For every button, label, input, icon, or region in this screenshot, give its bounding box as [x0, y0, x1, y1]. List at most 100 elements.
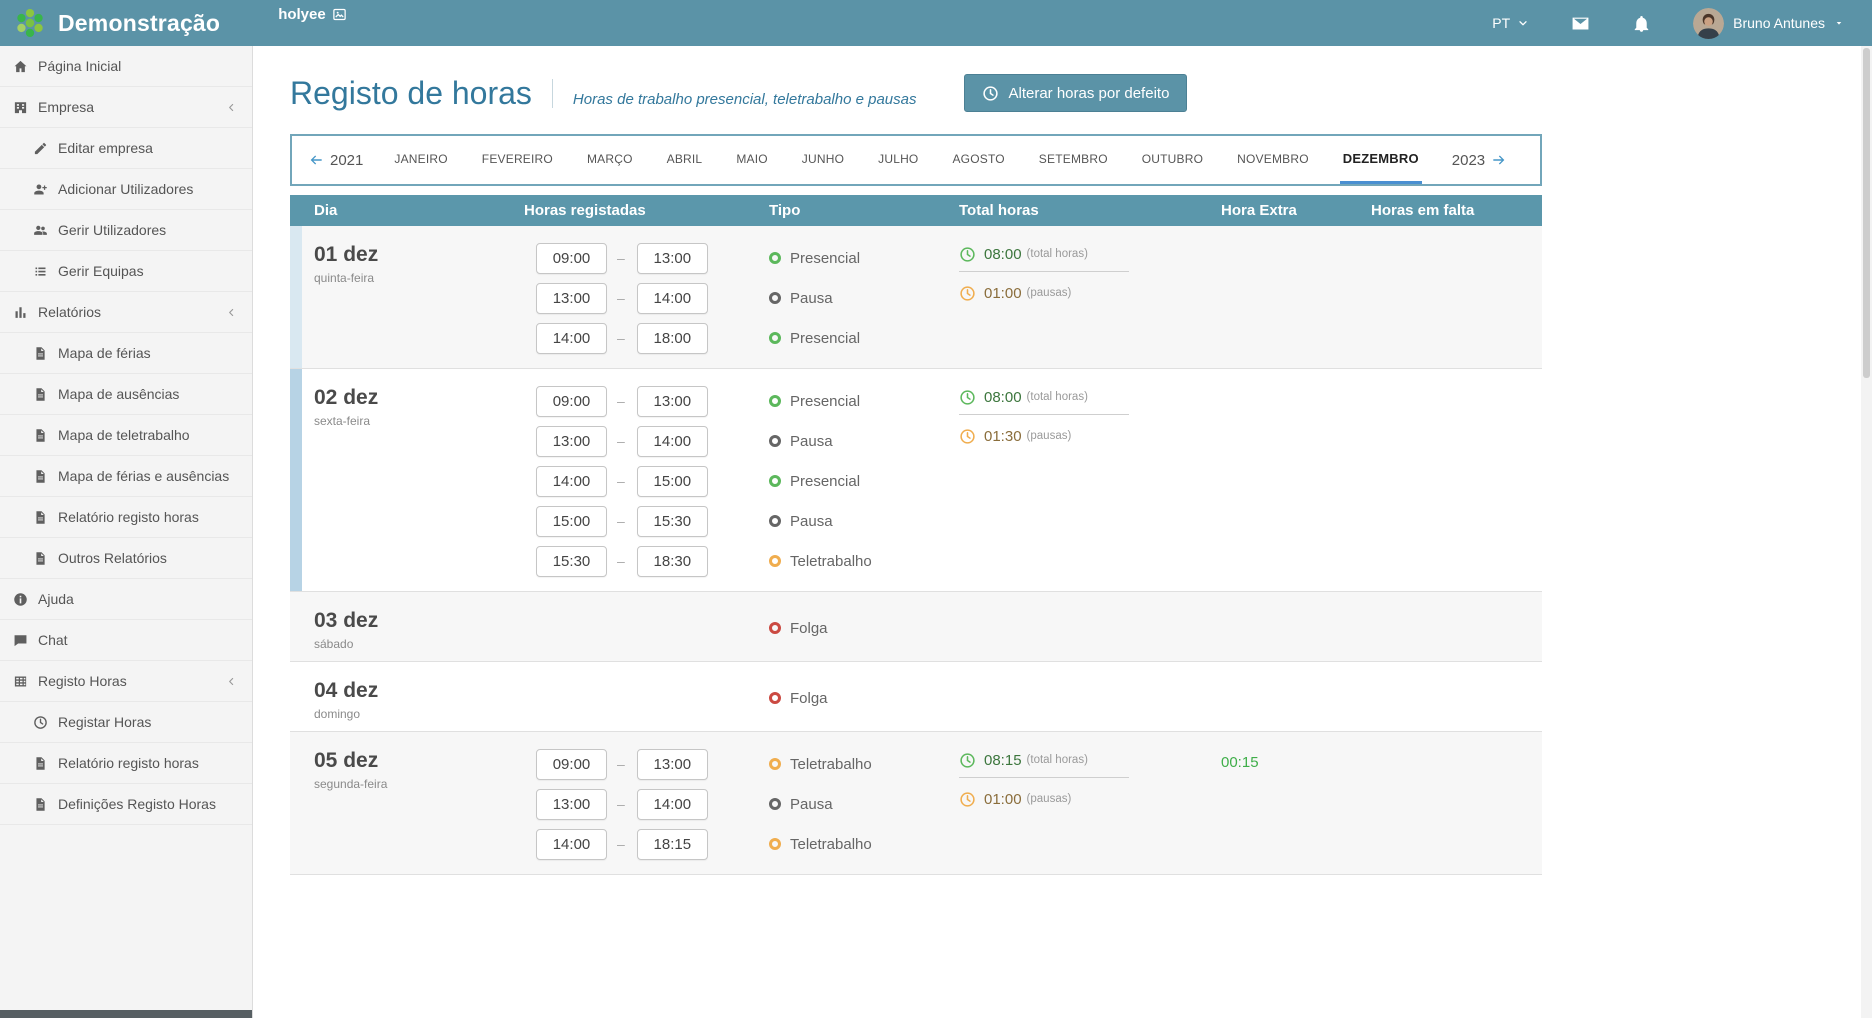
month-tab-setembro[interactable]: SETEMBRO: [1036, 136, 1111, 184]
home-icon: [13, 59, 28, 74]
time-end-input[interactable]: [637, 243, 708, 274]
mail-icon[interactable]: [1571, 14, 1590, 33]
month-tab-novembro[interactable]: NOVEMBRO: [1234, 136, 1312, 184]
sidebar-item-empresa[interactable]: Empresa: [0, 87, 252, 128]
clock-icon: [959, 791, 976, 808]
total-divider: [959, 414, 1129, 415]
month-tab-marco[interactable]: MARÇO: [584, 136, 636, 184]
time-start-input[interactable]: [536, 466, 607, 497]
next-year-button[interactable]: 2023: [1452, 136, 1507, 184]
time-start-input[interactable]: [536, 426, 607, 457]
time-start-input[interactable]: [536, 546, 607, 577]
brand[interactable]: Demonstração: [12, 5, 220, 41]
language-selector[interactable]: PT: [1492, 15, 1529, 31]
sidebar-item-mapa-de-ferias[interactable]: Mapa de férias: [0, 333, 252, 374]
presencial-ring-icon: [769, 332, 781, 344]
avatar-photo: [1693, 8, 1724, 39]
sidebar-item-relatorios[interactable]: Relatórios: [0, 292, 252, 333]
arrow-left-icon: [308, 152, 324, 168]
time-end-input[interactable]: [637, 546, 708, 577]
sidebar-item-ajuda[interactable]: Ajuda: [0, 579, 252, 620]
sidebar-item-registar-horas[interactable]: Registar Horas: [0, 702, 252, 743]
sidebar-item-adicionar-utilizadores[interactable]: Adicionar Utilizadores: [0, 169, 252, 210]
time-end-input[interactable]: [637, 506, 708, 537]
change-default-hours-button[interactable]: Alterar horas por defeito: [964, 74, 1187, 112]
teletrabalho-ring-icon: [769, 838, 781, 850]
pauses-suffix: (pausas): [1027, 793, 1072, 805]
info-icon: [13, 592, 28, 607]
sidebar-item-definicoes-registo-horas[interactable]: Definições Registo Horas: [0, 784, 252, 825]
time-start-input[interactable]: [536, 506, 607, 537]
time-start-input[interactable]: [536, 789, 607, 820]
sidebar-item-mapa-de-ausencias[interactable]: Mapa de ausências: [0, 374, 252, 415]
sidebar-item-gerir-utilizadores[interactable]: Gerir Utilizadores: [0, 210, 252, 251]
chevron-left-icon: [226, 102, 237, 113]
time-start-input[interactable]: [536, 829, 607, 860]
time-end-input[interactable]: [637, 283, 708, 314]
sidebar-item-relatorio-registo-horas-2[interactable]: Relatório registo horas: [0, 743, 252, 784]
extra-hours-cell: [1209, 369, 1359, 591]
extra-hours-cell: [1209, 662, 1359, 731]
time-end-input[interactable]: [637, 789, 708, 820]
pauses-value: 01:00: [984, 791, 1022, 808]
sidebar-item-registo-horas[interactable]: Registo Horas: [0, 661, 252, 702]
user-menu[interactable]: Bruno Antunes: [1693, 8, 1844, 39]
users-icon: [33, 223, 48, 238]
pauses-suffix: (pausas): [1027, 287, 1072, 299]
time-start-input[interactable]: [536, 243, 607, 274]
page-title: Registo de horas: [290, 75, 532, 112]
prev-year-button[interactable]: 2021: [308, 136, 363, 184]
day-cell: 03 dez sábado: [302, 592, 512, 661]
pauses-value: 01:00: [984, 285, 1022, 302]
document-icon: [33, 346, 48, 361]
month-tab-fevereiro[interactable]: FEVEREIRO: [479, 136, 556, 184]
day-label: 02 dez: [314, 385, 512, 411]
time-start-input[interactable]: [536, 386, 607, 417]
folga-ring-icon: [769, 622, 781, 634]
sidebar-item-mapa-de-teletrabalho[interactable]: Mapa de teletrabalho: [0, 415, 252, 456]
sidebar-item-relatorio-registo-horas[interactable]: Relatório registo horas: [0, 497, 252, 538]
month-tab-junho[interactable]: JUNHO: [799, 136, 847, 184]
month-tab-agosto[interactable]: AGOSTO: [949, 136, 1007, 184]
time-end-input[interactable]: [637, 749, 708, 780]
table-header: Dia Horas registadas Tipo Total horas Ho…: [290, 195, 1542, 226]
sidebar-item-outros-relatorios[interactable]: Outros Relatórios: [0, 538, 252, 579]
image-icon: [332, 7, 347, 22]
month-tab-outubro[interactable]: OUTUBRO: [1139, 136, 1206, 184]
time-end-input[interactable]: [637, 466, 708, 497]
month-tab-abril[interactable]: ABRIL: [664, 136, 706, 184]
time-range-dash: –: [617, 290, 625, 306]
time-end-input[interactable]: [637, 323, 708, 354]
time-end-input[interactable]: [637, 386, 708, 417]
type-cell: Presencial Pausa Presencial: [757, 226, 947, 368]
sidebar-item-chat[interactable]: Chat: [0, 620, 252, 661]
user-name: Bruno Antunes: [1733, 15, 1825, 31]
time-start-input[interactable]: [536, 749, 607, 780]
day-label: 01 dez: [314, 242, 512, 268]
time-range-dash: –: [617, 513, 625, 529]
sidebar-item-pagina-inicial[interactable]: Página Inicial: [0, 46, 252, 87]
missing-hours-cell: [1359, 592, 1542, 661]
time-range-dash: –: [617, 756, 625, 772]
sidebar-item-editar-empresa[interactable]: Editar empresa: [0, 128, 252, 169]
month-tab-julho[interactable]: JULHO: [875, 136, 921, 184]
time-end-input[interactable]: [637, 829, 708, 860]
time-end-input[interactable]: [637, 426, 708, 457]
page-header: Registo de horas Horas de trabalho prese…: [290, 68, 1872, 118]
type-cell: Presencial Pausa Presencial Pausa Teletr…: [757, 369, 947, 591]
month-tab-dezembro[interactable]: DEZEMBRO: [1340, 136, 1422, 184]
header-hora-extra: Hora Extra: [1209, 202, 1359, 219]
scrollbar-thumb[interactable]: [1863, 48, 1870, 378]
vertical-scrollbar[interactable]: [1861, 46, 1872, 1018]
month-tab-janeiro[interactable]: JANEIRO: [391, 136, 450, 184]
row-accent: [290, 732, 302, 874]
table-row-05-dez: 05 dez segunda-feira – – –: [290, 732, 1542, 875]
table-row-02-dez: 02 dez sexta-feira – – –: [290, 369, 1542, 592]
time-start-input[interactable]: [536, 323, 607, 354]
bell-icon[interactable]: [1632, 14, 1651, 33]
month-tab-maio[interactable]: MAIO: [733, 136, 770, 184]
time-start-input[interactable]: [536, 283, 607, 314]
sidebar-item-mapa-de-ferias-e-ausencias[interactable]: Mapa de férias e ausências: [0, 456, 252, 497]
pauses-value: 01:30: [984, 428, 1022, 445]
sidebar-item-gerir-equipas[interactable]: Gerir Equipas: [0, 251, 252, 292]
